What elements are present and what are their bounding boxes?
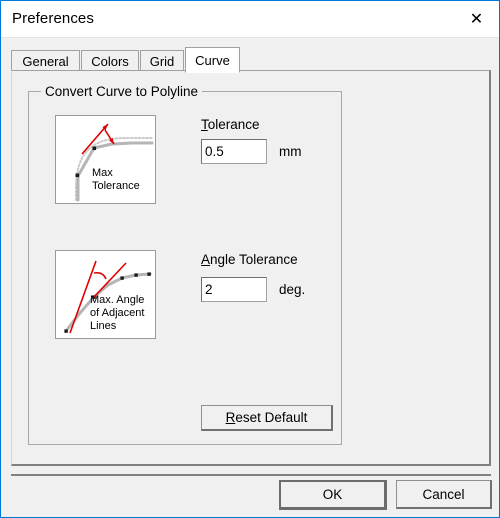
preferences-dialog: Preferences ✕ General Colors Grid Curve … <box>0 0 500 518</box>
window-title: Preferences <box>12 10 94 27</box>
tab-general-label: General <box>22 53 69 69</box>
angle-caption-line2: of Adjacent <box>90 307 144 319</box>
tab-colors-label: Colors <box>91 53 129 69</box>
tab-general[interactable]: General <box>11 50 80 71</box>
title-bar: Preferences ✕ <box>1 1 499 38</box>
tab-grid[interactable]: Grid <box>140 50 184 71</box>
angle-tolerance-label: Angle Tolerance <box>201 252 298 267</box>
groupbox-title: Convert Curve to Polyline <box>41 84 203 99</box>
angle-caption-line3: Lines <box>90 320 117 332</box>
cancel-button-label: Cancel <box>422 486 465 502</box>
max-angle-diagram: Max. Angle of Adjacent Lines <box>55 250 156 339</box>
close-icon: ✕ <box>469 9 484 28</box>
tolerance-input[interactable] <box>201 139 267 164</box>
tab-colors[interactable]: Colors <box>81 50 139 71</box>
tab-panel-curve: Convert Curve to Polyline Max Tolerance … <box>11 70 491 466</box>
angle-tolerance-label-accel: A <box>201 252 211 267</box>
tolerance-label-accel: T <box>201 117 208 132</box>
max-tolerance-diagram: Max Tolerance <box>55 115 156 204</box>
angle-caption-line1: Max. Angle <box>90 294 144 306</box>
angle-tolerance-label-rest: ngle Tolerance <box>210 252 298 267</box>
close-button[interactable]: ✕ <box>454 1 499 37</box>
max-tolerance-illustration: Max Tolerance <box>74 123 154 202</box>
convert-curve-groupbox: Convert Curve to Polyline Max Tolerance … <box>28 84 342 445</box>
tab-curve-label: Curve <box>195 52 230 68</box>
max-angle-illustration: Max. Angle of Adjacent Lines <box>64 260 152 334</box>
ok-button[interactable]: OK <box>279 480 387 510</box>
ok-button-label: OK <box>322 487 343 502</box>
cancel-button[interactable]: Cancel <box>396 480 492 509</box>
tab-curve[interactable]: Curve <box>185 47 240 73</box>
angle-tolerance-input[interactable] <box>201 277 267 302</box>
tab-grid-label: Grid <box>149 53 175 69</box>
reset-default-button[interactable]: Reset Default <box>201 405 333 431</box>
tolerance-label-rest: olerance <box>207 117 260 132</box>
reset-default-label: Reset Default <box>225 410 308 425</box>
angle-tolerance-unit: deg. <box>279 282 306 297</box>
diagram-caption-line2: Tolerance <box>92 180 140 192</box>
footer-separator <box>11 474 491 476</box>
tolerance-label: Tolerance <box>201 117 260 132</box>
tolerance-unit: mm <box>279 144 302 159</box>
diagram-caption-line1: Max <box>92 167 113 179</box>
